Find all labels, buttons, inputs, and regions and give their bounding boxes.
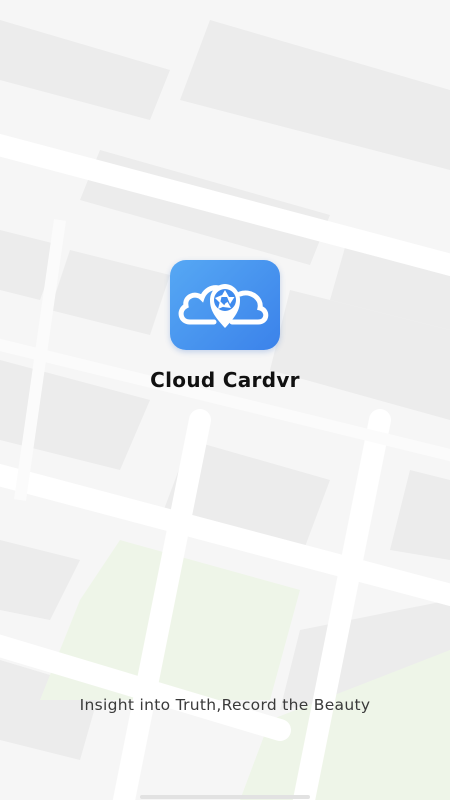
splash-screen: Cloud Cardvr Insight into Truth,Record t… [0, 0, 450, 800]
home-indicator[interactable] [140, 795, 310, 799]
app-name: Cloud Cardvr [150, 368, 300, 392]
app-tagline: Insight into Truth,Record the Beauty [79, 696, 371, 714]
app-logo [170, 260, 280, 350]
map-background [0, 0, 450, 800]
cloud-camera-aperture-icon [178, 284, 269, 328]
